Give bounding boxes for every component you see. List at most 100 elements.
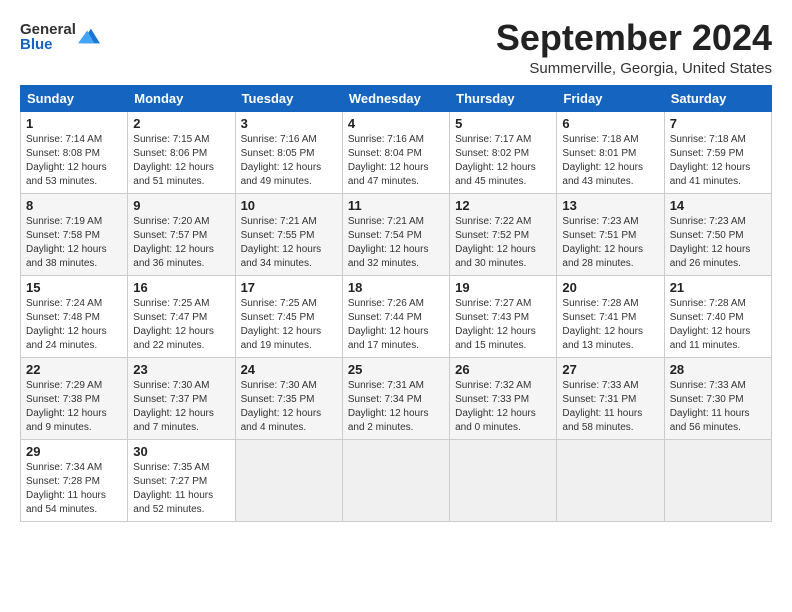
day-info: Sunrise: 7:33 AM Sunset: 7:31 PM Dayligh…: [562, 380, 642, 433]
day-number: 18: [348, 280, 444, 295]
day-cell: 9 Sunrise: 7:20 AM Sunset: 7:57 PM Daylig…: [128, 193, 235, 275]
col-tuesday: Tuesday: [235, 85, 342, 111]
day-info: Sunrise: 7:30 AM Sunset: 7:35 PM Dayligh…: [241, 380, 322, 433]
day-cell: 12 Sunrise: 7:22 AM Sunset: 7:52 PM Dayli…: [450, 193, 557, 275]
day-cell: 5Sunrise: 7:17 AM Sunset: 8:02 PM Daylig…: [450, 111, 557, 193]
day-number: 4: [348, 116, 444, 131]
day-number: 2: [133, 116, 229, 131]
day-number: 25: [348, 362, 444, 377]
calendar-subtitle: Summerville, Georgia, United States: [496, 60, 772, 77]
day-info: Sunrise: 7:20 AM Sunset: 7:57 PM Dayligh…: [133, 216, 214, 269]
day-cell: 30 Sunrise: 7:35 AM Sunset: 7:27 PM Dayli…: [128, 439, 235, 521]
day-number: 3: [241, 116, 337, 131]
day-number: 23: [133, 362, 229, 377]
day-cell: 10 Sunrise: 7:21 AM Sunset: 7:55 PM Dayli…: [235, 193, 342, 275]
page: General Blue September 2024 Summerville,…: [0, 0, 792, 612]
day-info: Sunrise: 7:18 AM Sunset: 7:59 PM Dayligh…: [670, 134, 751, 187]
day-cell: 23 Sunrise: 7:30 AM Sunset: 7:37 PM Dayli…: [128, 357, 235, 439]
day-info: Sunrise: 7:21 AM Sunset: 7:55 PM Dayligh…: [241, 216, 322, 269]
day-cell: [235, 439, 342, 521]
day-cell: 7 Sunrise: 7:18 AM Sunset: 7:59 PM Daylig…: [664, 111, 771, 193]
day-info: Sunrise: 7:35 AM Sunset: 7:27 PM Dayligh…: [133, 462, 213, 515]
week-row-4: 22Sunrise: 7:29 AM Sunset: 7:38 PM Dayli…: [21, 357, 772, 439]
day-cell: 22Sunrise: 7:29 AM Sunset: 7:38 PM Dayli…: [21, 357, 128, 439]
day-info: Sunrise: 7:18 AM Sunset: 8:01 PM Dayligh…: [562, 134, 643, 187]
col-thursday: Thursday: [450, 85, 557, 111]
day-info: Sunrise: 7:34 AM Sunset: 7:28 PM Dayligh…: [26, 462, 106, 515]
day-cell: 28 Sunrise: 7:33 AM Sunset: 7:30 PM Dayli…: [664, 357, 771, 439]
day-number: 24: [241, 362, 337, 377]
day-number: 15: [26, 280, 122, 295]
header: General Blue September 2024 Summerville,…: [20, 18, 772, 77]
day-cell: 3 Sunrise: 7:16 AM Sunset: 8:05 PM Daylig…: [235, 111, 342, 193]
day-cell: 20 Sunrise: 7:28 AM Sunset: 7:41 PM Dayli…: [557, 275, 664, 357]
logo-general: General: [20, 22, 76, 37]
day-info: Sunrise: 7:30 AM Sunset: 7:37 PM Dayligh…: [133, 380, 214, 433]
day-info: Sunrise: 7:19 AM Sunset: 7:58 PM Dayligh…: [26, 216, 107, 269]
day-cell: 29 Sunrise: 7:34 AM Sunset: 7:28 PM Dayli…: [21, 439, 128, 521]
day-number: 9: [133, 198, 229, 213]
day-number: 28: [670, 362, 766, 377]
col-sunday: Sunday: [21, 85, 128, 111]
day-info: Sunrise: 7:28 AM Sunset: 7:41 PM Dayligh…: [562, 298, 643, 351]
day-cell: [342, 439, 449, 521]
day-info: Sunrise: 7:25 AM Sunset: 7:47 PM Dayligh…: [133, 298, 214, 351]
day-number: 8: [26, 198, 122, 213]
col-saturday: Saturday: [664, 85, 771, 111]
day-cell: 24 Sunrise: 7:30 AM Sunset: 7:35 PM Dayli…: [235, 357, 342, 439]
day-info: Sunrise: 7:25 AM Sunset: 7:45 PM Dayligh…: [241, 298, 322, 351]
day-info: Sunrise: 7:31 AM Sunset: 7:34 PM Dayligh…: [348, 380, 429, 433]
logo-blue: Blue: [20, 37, 76, 52]
day-cell: [450, 439, 557, 521]
day-info: Sunrise: 7:15 AM Sunset: 8:06 PM Dayligh…: [133, 134, 214, 187]
day-info: Sunrise: 7:29 AM Sunset: 7:38 PM Dayligh…: [26, 380, 107, 433]
day-info: Sunrise: 7:33 AM Sunset: 7:30 PM Dayligh…: [670, 380, 750, 433]
day-number: 17: [241, 280, 337, 295]
day-cell: 17 Sunrise: 7:25 AM Sunset: 7:45 PM Dayli…: [235, 275, 342, 357]
day-cell: 25 Sunrise: 7:31 AM Sunset: 7:34 PM Dayli…: [342, 357, 449, 439]
day-cell: 18 Sunrise: 7:26 AM Sunset: 7:44 PM Dayli…: [342, 275, 449, 357]
day-info: Sunrise: 7:27 AM Sunset: 7:43 PM Dayligh…: [455, 298, 536, 351]
calendar-title: September 2024: [496, 18, 772, 58]
day-info: Sunrise: 7:26 AM Sunset: 7:44 PM Dayligh…: [348, 298, 429, 351]
day-cell: 16 Sunrise: 7:25 AM Sunset: 7:47 PM Dayli…: [128, 275, 235, 357]
day-cell: 21Sunrise: 7:28 AM Sunset: 7:40 PM Dayli…: [664, 275, 771, 357]
day-cell: 8 Sunrise: 7:19 AM Sunset: 7:58 PM Daylig…: [21, 193, 128, 275]
week-row-5: 29 Sunrise: 7:34 AM Sunset: 7:28 PM Dayli…: [21, 439, 772, 521]
day-info: Sunrise: 7:23 AM Sunset: 7:51 PM Dayligh…: [562, 216, 643, 269]
title-block: September 2024 Summerville, Georgia, Uni…: [496, 18, 772, 77]
day-cell: 11 Sunrise: 7:21 AM Sunset: 7:54 PM Dayli…: [342, 193, 449, 275]
day-number: 7: [670, 116, 766, 131]
day-info: Sunrise: 7:21 AM Sunset: 7:54 PM Dayligh…: [348, 216, 429, 269]
week-row-2: 8 Sunrise: 7:19 AM Sunset: 7:58 PM Daylig…: [21, 193, 772, 275]
day-cell: 27 Sunrise: 7:33 AM Sunset: 7:31 PM Dayli…: [557, 357, 664, 439]
day-info: Sunrise: 7:14 AM Sunset: 8:08 PM Dayligh…: [26, 134, 107, 187]
day-cell: 19 Sunrise: 7:27 AM Sunset: 7:43 PM Dayli…: [450, 275, 557, 357]
day-info: Sunrise: 7:28 AM Sunset: 7:40 PM Dayligh…: [670, 298, 751, 351]
col-monday: Monday: [128, 85, 235, 111]
day-info: Sunrise: 7:32 AM Sunset: 7:33 PM Dayligh…: [455, 380, 536, 433]
day-number: 11: [348, 198, 444, 213]
day-info: Sunrise: 7:17 AM Sunset: 8:02 PM Dayligh…: [455, 134, 536, 187]
week-row-3: 15Sunrise: 7:24 AM Sunset: 7:48 PM Dayli…: [21, 275, 772, 357]
day-number: 10: [241, 198, 337, 213]
logo-text: General Blue: [20, 22, 76, 52]
day-number: 27: [562, 362, 658, 377]
day-info: Sunrise: 7:16 AM Sunset: 8:05 PM Dayligh…: [241, 134, 322, 187]
day-cell: 14Sunrise: 7:23 AM Sunset: 7:50 PM Dayli…: [664, 193, 771, 275]
day-number: 16: [133, 280, 229, 295]
day-number: 1: [26, 116, 122, 131]
day-cell: 1 Sunrise: 7:14 AM Sunset: 8:08 PM Daylig…: [21, 111, 128, 193]
day-cell: 2 Sunrise: 7:15 AM Sunset: 8:06 PM Daylig…: [128, 111, 235, 193]
day-number: 20: [562, 280, 658, 295]
day-info: Sunrise: 7:23 AM Sunset: 7:50 PM Dayligh…: [670, 216, 751, 269]
logo: General Blue: [20, 22, 100, 52]
day-number: 12: [455, 198, 551, 213]
calendar-table: Sunday Monday Tuesday Wednesday Thursday…: [20, 85, 772, 522]
day-number: 29: [26, 444, 122, 459]
week-row-1: 1 Sunrise: 7:14 AM Sunset: 8:08 PM Daylig…: [21, 111, 772, 193]
day-number: 19: [455, 280, 551, 295]
day-info: Sunrise: 7:22 AM Sunset: 7:52 PM Dayligh…: [455, 216, 536, 269]
day-number: 30: [133, 444, 229, 459]
day-cell: 4Sunrise: 7:16 AM Sunset: 8:04 PM Daylig…: [342, 111, 449, 193]
